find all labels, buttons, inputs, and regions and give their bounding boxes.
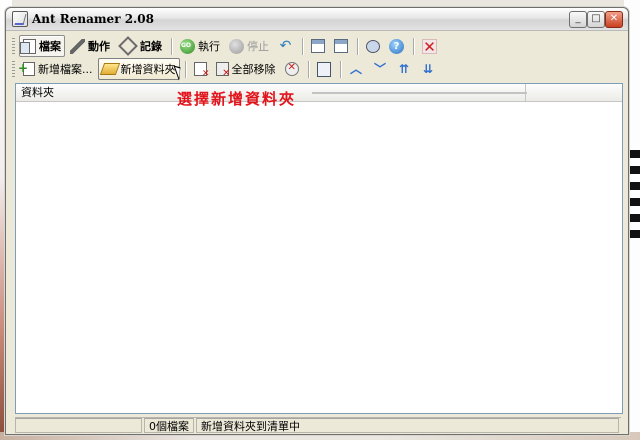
file-list[interactable]: 資料夾 bbox=[15, 83, 623, 414]
move-bottom-button[interactable]: ⇊ bbox=[417, 58, 440, 80]
window-title: Ant Renamer 2.08 bbox=[32, 12, 154, 26]
options-icon bbox=[334, 39, 348, 53]
toolbar-separator bbox=[171, 37, 172, 55]
help-icon: ? bbox=[389, 38, 404, 54]
files-button[interactable]: 檔案 bbox=[19, 35, 65, 57]
actions-label: 動作 bbox=[88, 40, 110, 53]
maximize-button[interactable]: □ bbox=[587, 11, 605, 28]
run-label: 執行 bbox=[198, 40, 220, 53]
move-bottom-icon: ⇊ bbox=[422, 61, 434, 76]
title-bar[interactable]: Ant Renamer 2.08 _ □ ✕ bbox=[6, 8, 628, 31]
window-icon bbox=[311, 39, 325, 53]
move-up-button[interactable]: ︿ bbox=[345, 58, 368, 80]
actions-button[interactable]: 動作 bbox=[66, 35, 114, 57]
preview-button[interactable] bbox=[313, 58, 335, 80]
toolbar-separator bbox=[339, 60, 341, 78]
stop-label: 停止 bbox=[247, 40, 269, 53]
log-icon bbox=[118, 36, 138, 56]
go-icon bbox=[180, 38, 195, 54]
window-button[interactable] bbox=[307, 35, 329, 57]
add-folders-button[interactable]: 新增資料夾 bbox=[97, 58, 180, 80]
folder-icon bbox=[99, 63, 120, 75]
help-button[interactable]: ? bbox=[385, 35, 408, 57]
add-files-label: 新增檔案... bbox=[38, 63, 93, 76]
status-file-count: 0個檔案 bbox=[144, 418, 194, 433]
add-files-icon bbox=[18, 61, 35, 76]
list-header: 資料夾 bbox=[16, 84, 622, 102]
move-down-button[interactable]: ﹀ bbox=[369, 58, 392, 80]
exit-button[interactable]: ✕ bbox=[418, 35, 441, 57]
stop-button[interactable]: 停止 bbox=[225, 35, 273, 57]
move-top-icon: ⇈ bbox=[398, 61, 410, 76]
minimize-button[interactable]: _ bbox=[569, 11, 587, 28]
status-bar: 0個檔案 新增資料夾到清單中 bbox=[15, 417, 621, 435]
toolbar-separator bbox=[357, 37, 358, 55]
toolbar-separator bbox=[302, 37, 303, 55]
add-folders-label: 新增資料夾 bbox=[120, 63, 176, 76]
remove-icon bbox=[193, 62, 210, 79]
undo-button[interactable]: ↶ bbox=[274, 35, 297, 57]
tips-button[interactable] bbox=[362, 35, 384, 57]
move-down-icon: ﹀ bbox=[373, 61, 386, 76]
toolbar-grip[interactable] bbox=[12, 38, 15, 54]
exit-icon: ✕ bbox=[422, 37, 437, 56]
actions-icon bbox=[70, 38, 85, 54]
log-button[interactable]: 記錄 bbox=[115, 35, 166, 57]
preview-icon bbox=[316, 61, 331, 77]
annotation-underline bbox=[312, 92, 527, 94]
remove-all-button[interactable]: 全部移除 bbox=[212, 58, 280, 80]
remove-missing-button[interactable] bbox=[281, 58, 303, 80]
undo-icon: ↶ bbox=[279, 37, 292, 54]
stop-icon bbox=[229, 38, 244, 54]
move-top-button[interactable]: ⇈ bbox=[393, 58, 416, 80]
app-window: Ant Renamer 2.08 _ □ ✕ 檔案 動作 記錄 執行 停止 ↶ bbox=[5, 7, 629, 435]
status-panel-1 bbox=[15, 418, 142, 433]
status-message: 新增資料夾到清單中 bbox=[196, 418, 619, 433]
toolbar-grip[interactable] bbox=[12, 61, 15, 77]
toolbar-separator bbox=[413, 37, 414, 55]
run-button[interactable]: 執行 bbox=[176, 35, 224, 57]
toolbar-separator bbox=[184, 60, 186, 78]
files-icon bbox=[20, 38, 36, 54]
log-label: 記錄 bbox=[140, 40, 162, 53]
move-up-icon: ︿ bbox=[349, 61, 362, 76]
options-button[interactable] bbox=[330, 35, 352, 57]
annotation-text: 選擇新增資料夾 bbox=[177, 90, 297, 108]
remove-all-label: 全部移除 bbox=[231, 63, 276, 76]
cancel-icon bbox=[284, 62, 299, 76]
files-label: 檔案 bbox=[39, 40, 61, 53]
bubble-icon bbox=[366, 39, 380, 53]
close-button[interactable]: ✕ bbox=[605, 11, 623, 28]
app-icon[interactable] bbox=[12, 11, 28, 27]
column-header-empty[interactable] bbox=[528, 84, 622, 101]
files-toolbar: 新增檔案... 新增資料夾 全部移除 ︿ ﹀ ⇈ bbox=[12, 58, 441, 80]
add-files-button[interactable]: 新增檔案... bbox=[18, 58, 97, 80]
toolbar-separator bbox=[307, 60, 309, 78]
clear-icon bbox=[215, 62, 231, 79]
remove-button[interactable] bbox=[190, 58, 211, 80]
main-toolbar: 檔案 動作 記錄 執行 停止 ↶ bbox=[12, 35, 442, 57]
